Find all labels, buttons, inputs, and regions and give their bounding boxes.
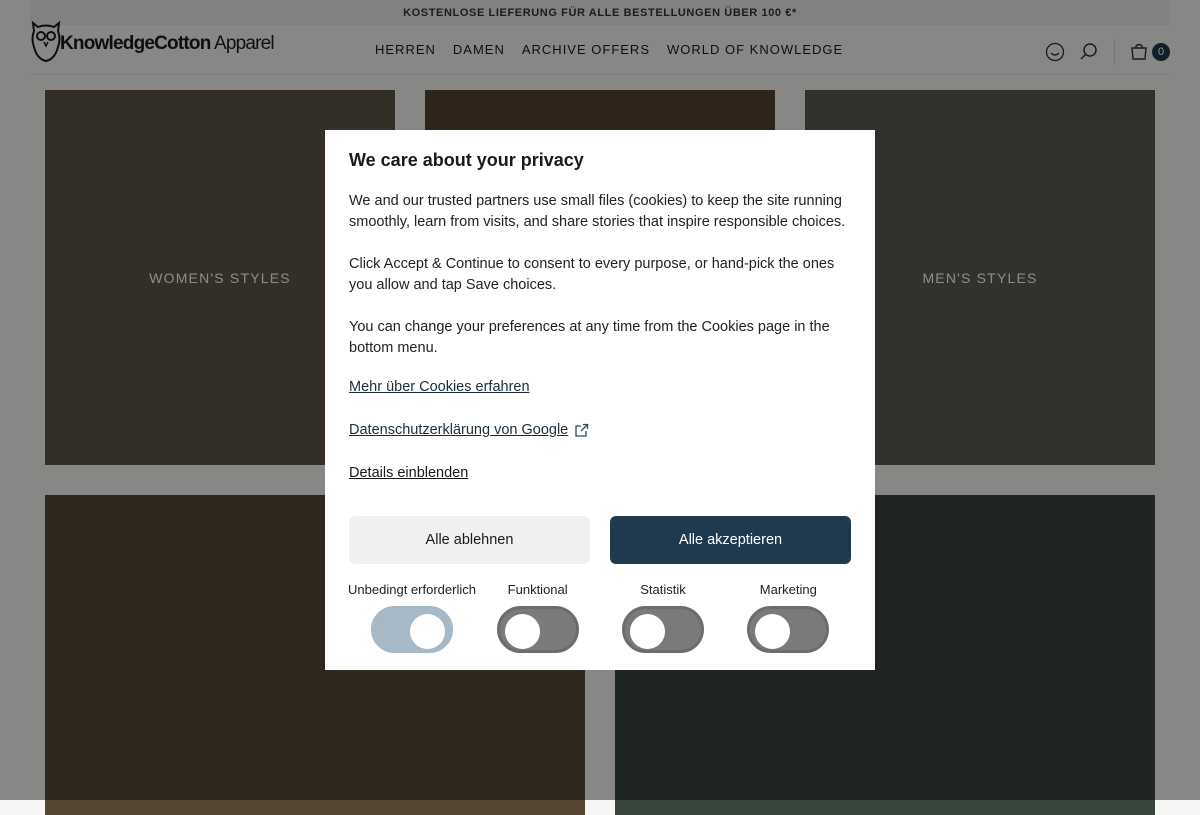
google-privacy-link[interactable]: Datenschutzerklärung von Google: [349, 422, 589, 438]
external-link-icon: [575, 423, 589, 437]
dialog-paragraph: We and our trusted partners use small fi…: [349, 193, 846, 230]
dialog-title: We care about your privacy: [349, 150, 584, 170]
learn-more-cookies-link[interactable]: Mehr über Cookies erfahren: [349, 379, 530, 395]
toggle-marketing: Marketing: [726, 582, 851, 653]
dialog-paragraph: You can change your preferences at any t…: [349, 319, 830, 356]
toggle-label: Marketing: [759, 582, 817, 597]
show-details-link[interactable]: Details einblenden: [349, 465, 468, 481]
dialog-paragraph: Click Accept & Continue to consent to ev…: [349, 256, 835, 293]
dialog-body: We and our trusted partners use small fi…: [349, 191, 851, 359]
accept-all-button[interactable]: Alle akzeptieren: [610, 516, 851, 564]
switch-knob: [629, 614, 665, 649]
necessary-switch[interactable]: [371, 606, 453, 653]
functional-switch[interactable]: [496, 606, 579, 653]
cookie-consent-dialog: We care about your privacy We and our tr…: [325, 130, 875, 670]
google-privacy-link-label: Datenschutzerklärung von Google: [349, 422, 569, 438]
switch-knob: [504, 614, 540, 649]
toggle-necessary: Unbedingt erforderlich: [348, 582, 476, 653]
reject-all-button[interactable]: Alle ablehnen: [349, 516, 590, 564]
switch-knob: [410, 614, 445, 649]
marketing-switch[interactable]: [747, 606, 830, 653]
switch-knob: [755, 614, 791, 649]
statistics-switch[interactable]: [621, 606, 704, 653]
toggle-label: Statistik: [640, 582, 686, 597]
page: KOSTENLOSE LIEFERUNG FÜR ALLE BESTELLUNG…: [0, 0, 1200, 815]
toggle-label: Unbedingt erforderlich: [348, 582, 476, 597]
toggle-label: Funktional: [507, 582, 568, 597]
consent-toggles: Unbedingt erforderlich Funktional Statis…: [348, 582, 851, 653]
toggle-functional: Funktional: [475, 582, 600, 653]
toggle-statistics: Statistik: [600, 582, 725, 653]
